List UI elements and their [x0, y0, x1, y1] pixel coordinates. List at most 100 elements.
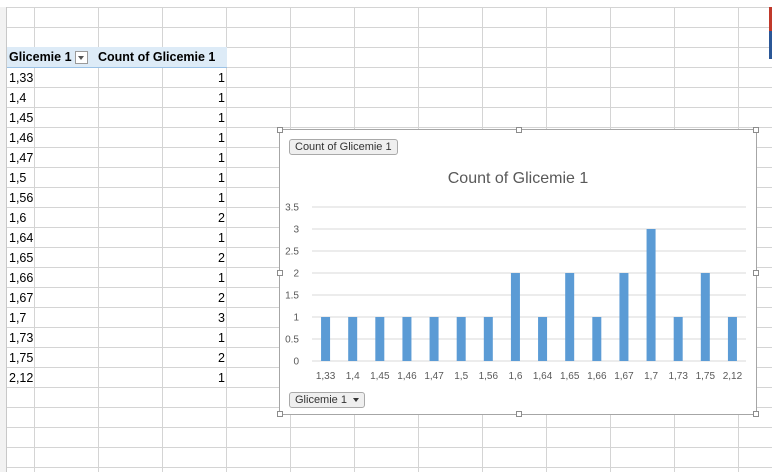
x-tick-label: 2,12 [723, 371, 743, 382]
pivot-table[interactable]: Glicemie 1 Count of Glicemie 1 1,33 1 1,4 1… [7, 47, 227, 388]
x-tick-label: 1,64 [533, 371, 553, 382]
pivot-row-label[interactable]: 1,64 [7, 231, 95, 245]
pivot-row-label[interactable]: 1,73 [7, 331, 95, 345]
pivot-row[interactable]: 1,64 1 [7, 228, 227, 248]
y-tick-label: 3.5 [285, 203, 299, 214]
pivot-value-header[interactable]: Count of Glicemie 1 [95, 50, 227, 64]
bar[interactable] [348, 317, 358, 361]
pivot-row-count[interactable]: 2 [95, 251, 227, 265]
pivot-row-label-header[interactable]: Glicemie 1 [7, 50, 95, 64]
pivot-row[interactable]: 1,73 1 [7, 328, 227, 348]
pivot-row-label[interactable]: 1,6 [7, 211, 95, 225]
bar[interactable] [429, 317, 439, 361]
bar[interactable] [619, 273, 629, 361]
bar[interactable] [565, 273, 575, 361]
pivot-row-count[interactable]: 2 [95, 291, 227, 305]
pivot-row[interactable]: 2,12 1 [7, 368, 227, 388]
bar[interactable] [402, 317, 412, 361]
pivot-row-count[interactable]: 1 [95, 151, 227, 165]
pivot-chart[interactable]: Count of Glicemie 1 Count of Glicemie 1 … [277, 127, 759, 417]
pivot-row[interactable]: 1,7 3 [7, 308, 227, 328]
pivot-row-count[interactable]: 1 [95, 91, 227, 105]
x-tick-label: 1,65 [560, 371, 580, 382]
x-tick-label: 1,45 [370, 371, 390, 382]
y-tick-label: 1.5 [285, 291, 299, 302]
pivot-row-count[interactable]: 1 [95, 231, 227, 245]
filter-dropdown-icon[interactable] [74, 50, 88, 64]
axis-field-button[interactable]: Glicemie 1 [289, 392, 365, 408]
axis-field-label: Glicemie 1 [295, 393, 347, 406]
x-tick-label: 1,47 [424, 371, 444, 382]
pivot-row[interactable]: 1,5 1 [7, 168, 227, 188]
pivot-row-label[interactable]: 1,5 [7, 171, 95, 185]
bar[interactable] [375, 317, 385, 361]
dropdown-arrow-icon [352, 398, 359, 402]
pivot-row-count[interactable]: 1 [95, 271, 227, 285]
pivot-row-label[interactable]: 1,75 [7, 351, 95, 365]
row-number-gutter [0, 7, 7, 472]
y-tick-label: 1 [293, 313, 299, 324]
pivot-row[interactable]: 1,56 1 [7, 188, 227, 208]
pivot-row[interactable]: 1,66 1 [7, 268, 227, 288]
pivot-row-label[interactable]: 1,46 [7, 131, 95, 145]
pivot-row-count[interactable]: 1 [95, 171, 227, 185]
x-tick-label: 1,4 [346, 371, 360, 382]
pivot-row-count[interactable]: 1 [95, 191, 227, 205]
pivot-row-label[interactable]: 1,33 [7, 71, 95, 85]
row-label-text: Glicemie 1 [9, 50, 72, 64]
pivot-row[interactable]: 1,46 1 [7, 128, 227, 148]
bar[interactable] [592, 317, 602, 361]
pivot-row-count[interactable]: 1 [95, 131, 227, 145]
pivot-row-count[interactable]: 2 [95, 351, 227, 365]
pivot-row-label[interactable]: 1,45 [7, 111, 95, 125]
x-tick-label: 1,46 [397, 371, 417, 382]
x-tick-label: 1,56 [479, 371, 499, 382]
pivot-header-row: Glicemie 1 Count of Glicemie 1 [7, 47, 227, 68]
bar[interactable] [727, 317, 737, 361]
bar[interactable] [673, 317, 683, 361]
bar[interactable] [510, 273, 520, 361]
pivot-row-label[interactable]: 1,67 [7, 291, 95, 305]
y-tick-label: 3 [293, 225, 299, 236]
pivot-row[interactable]: 1,6 2 [7, 208, 227, 228]
pivot-row-label[interactable]: 1,56 [7, 191, 95, 205]
bar[interactable] [321, 317, 331, 361]
pivot-row-count[interactable]: 3 [95, 311, 227, 325]
x-tick-label: 1,67 [614, 371, 634, 382]
pivot-row[interactable]: 1,4 1 [7, 88, 227, 108]
pivot-row-count[interactable]: 1 [95, 331, 227, 345]
bar[interactable] [538, 317, 548, 361]
pivot-row-label[interactable]: 1,65 [7, 251, 95, 265]
pivot-row-label[interactable]: 2,12 [7, 371, 95, 385]
pivot-row[interactable]: 1,65 2 [7, 248, 227, 268]
bar[interactable] [483, 317, 493, 361]
pivot-row[interactable]: 1,75 2 [7, 348, 227, 368]
bar[interactable] [700, 273, 710, 361]
x-tick-label: 1,7 [644, 371, 658, 382]
pivot-row[interactable]: 1,45 1 [7, 108, 227, 128]
bar[interactable] [456, 317, 466, 361]
pivot-body: 1,33 1 1,4 1 1,45 1 1,46 1 1,47 1 1,5 1 1,56 1 1,6 2 1,6… [7, 68, 227, 388]
pivot-row[interactable]: 1,33 1 [7, 68, 227, 88]
pivot-row-label[interactable]: 1,4 [7, 91, 95, 105]
x-tick-label: 1,5 [454, 371, 468, 382]
y-tick-label: 0 [293, 357, 299, 368]
pivot-row[interactable]: 1,67 2 [7, 288, 227, 308]
y-tick-label: 2.5 [285, 247, 299, 258]
pivot-row-count[interactable]: 2 [95, 211, 227, 225]
pivot-row-label[interactable]: 1,7 [7, 311, 95, 325]
y-tick-label: 0.5 [285, 335, 299, 346]
bar[interactable] [646, 229, 656, 361]
pivot-row[interactable]: 1,47 1 [7, 148, 227, 168]
pivot-row-count[interactable]: 1 [95, 111, 227, 125]
pivot-row-count[interactable]: 1 [95, 371, 227, 385]
x-tick-label: 1,6 [508, 371, 522, 382]
x-tick-label: 1,73 [668, 371, 688, 382]
pivot-row-count[interactable]: 1 [95, 71, 227, 85]
x-tick-label: 1,75 [696, 371, 716, 382]
column-header-strip [0, 0, 772, 8]
chart-plot-area: 0 0.5 1 1.5 2 2.5 3 3.5 1,33 1,4 1,45 1,46 1,47 1,5 1,… [285, 203, 746, 382]
pivot-row-label[interactable]: 1,66 [7, 271, 95, 285]
x-tick-label: 1,66 [587, 371, 607, 382]
pivot-row-label[interactable]: 1,47 [7, 151, 95, 165]
